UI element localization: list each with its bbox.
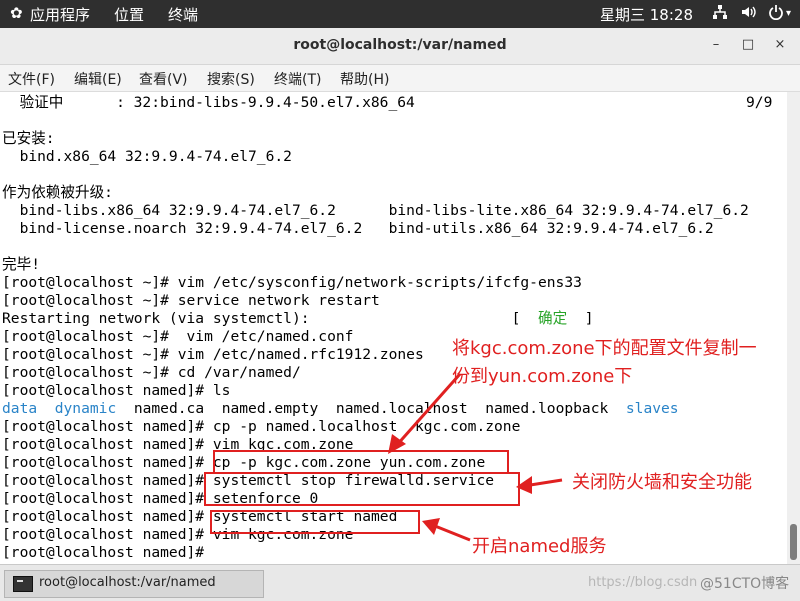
scrollbar-thumb[interactable]: [790, 524, 797, 560]
restart-bracket: ]: [567, 310, 594, 327]
close-button[interactable]: ×: [770, 35, 790, 55]
terminal-line: [root@localhost ~]# vim /etc/named.rfc19…: [2, 346, 424, 363]
restart-text: Restarting network (via systemctl): [: [2, 310, 538, 327]
system-top-bar: ✿ 应用程序 位置 终端 星期三 18:28 ▾: [0, 0, 800, 28]
terminal-line: bind-libs.x86_64 32:9.9.4-74.el7_6.2 bin…: [2, 202, 749, 219]
dir-data: data: [2, 400, 38, 417]
terminal-line: [root@localhost ~]# service network rest…: [2, 292, 380, 309]
window-title-bar[interactable]: root@localhost:/var/named – □ ×: [0, 28, 800, 65]
file-list: named.ca named.empty named.localhost nam…: [133, 400, 609, 417]
chevron-down-icon[interactable]: ▾: [786, 8, 791, 19]
places-menu[interactable]: 位置: [114, 4, 144, 25]
menu-file[interactable]: 文件(F): [8, 69, 55, 89]
terminal-prompt: [root@localhost named]#: [2, 544, 213, 561]
terminal-line: 验证中 : 32:bind-libs-9.9.4-50.el7.x86_64: [2, 94, 415, 111]
menu-bar: 文件(F) 编辑(E) 查看(V) 搜索(S) 终端(T) 帮助(H): [0, 65, 800, 92]
clock[interactable]: 星期三 18:28: [600, 4, 693, 25]
menu-help[interactable]: 帮助(H): [340, 69, 389, 89]
terminal-line: [root@localhost named]# systemctl stop f…: [2, 472, 495, 489]
menu-edit[interactable]: 编辑(E): [74, 69, 122, 89]
terminal-line: [root@localhost ~]# cd /var/named/: [2, 364, 301, 381]
terminal-scrollbar[interactable]: [787, 92, 800, 564]
terminal-line: 已安装:: [2, 130, 55, 147]
taskbar-terminal-button[interactable]: root@localhost:/var/named: [4, 570, 264, 598]
power-icon[interactable]: [768, 4, 784, 24]
watermark-brand: @51CTO博客: [700, 576, 790, 592]
terminal-line: [root@localhost ~]# vim /etc/named.conf: [2, 328, 354, 345]
terminal-icon: [13, 576, 33, 592]
maximize-button[interactable]: □: [738, 35, 758, 55]
apps-icon: ✿: [10, 4, 23, 22]
terminal-line: bind.x86_64 32:9.9.4-74.el7_6.2: [2, 148, 292, 165]
terminal-line: [root@localhost named]# vim kgc.com.zone: [2, 436, 354, 453]
terminal-line: [root@localhost named]# systemctl start …: [2, 508, 398, 525]
terminal-line: [root@localhost ~]# vim /etc/sysconfig/n…: [2, 274, 582, 291]
network-icon[interactable]: [712, 4, 728, 24]
terminal-line: [root@localhost named]# vim kgc.com.zone: [2, 526, 354, 543]
watermark-url: https://blog.csdn: [588, 575, 698, 590]
window-title: root@localhost:/var/named: [293, 37, 507, 53]
dir-slaves: slaves: [625, 400, 679, 417]
taskbar: root@localhost:/var/named https://blog.c…: [0, 564, 800, 601]
terminal-line: [root@localhost named]# cp -p kgc.com.zo…: [2, 454, 486, 471]
terminal-output[interactable]: 验证中 : 32:bind-libs-9.9.4-50.el7.x86_64 9…: [0, 92, 787, 564]
volume-icon[interactable]: [740, 4, 756, 24]
terminal-line: 9/9: [746, 94, 773, 111]
taskbar-label: root@localhost:/var/named: [39, 575, 216, 590]
menu-search[interactable]: 搜索(S): [207, 69, 255, 89]
terminal-line: 作为依赖被升级:: [2, 184, 113, 201]
terminal-line: data dynamic named.ca named.empty named.…: [2, 400, 679, 418]
ok-status: 确定: [537, 310, 568, 327]
applications-menu[interactable]: 应用程序: [30, 4, 90, 25]
terminal-line: [root@localhost named]# setenforce 0: [2, 490, 319, 507]
terminal-app-menu[interactable]: 终端: [168, 4, 198, 25]
terminal-line: [root@localhost named]# cp -p named.loca…: [2, 418, 521, 435]
terminal-line: 完毕!: [2, 256, 40, 273]
minimize-button[interactable]: –: [706, 35, 726, 55]
terminal-line: [root@localhost named]# ls: [2, 382, 231, 399]
menu-terminal[interactable]: 终端(T): [274, 69, 321, 89]
terminal-line: bind-license.noarch 32:9.9.4-74.el7_6.2 …: [2, 220, 714, 237]
terminal-line: Restarting network (via systemctl): [ 确定…: [2, 310, 594, 328]
dir-dynamic: dynamic: [54, 400, 117, 417]
menu-view[interactable]: 查看(V): [139, 69, 188, 89]
